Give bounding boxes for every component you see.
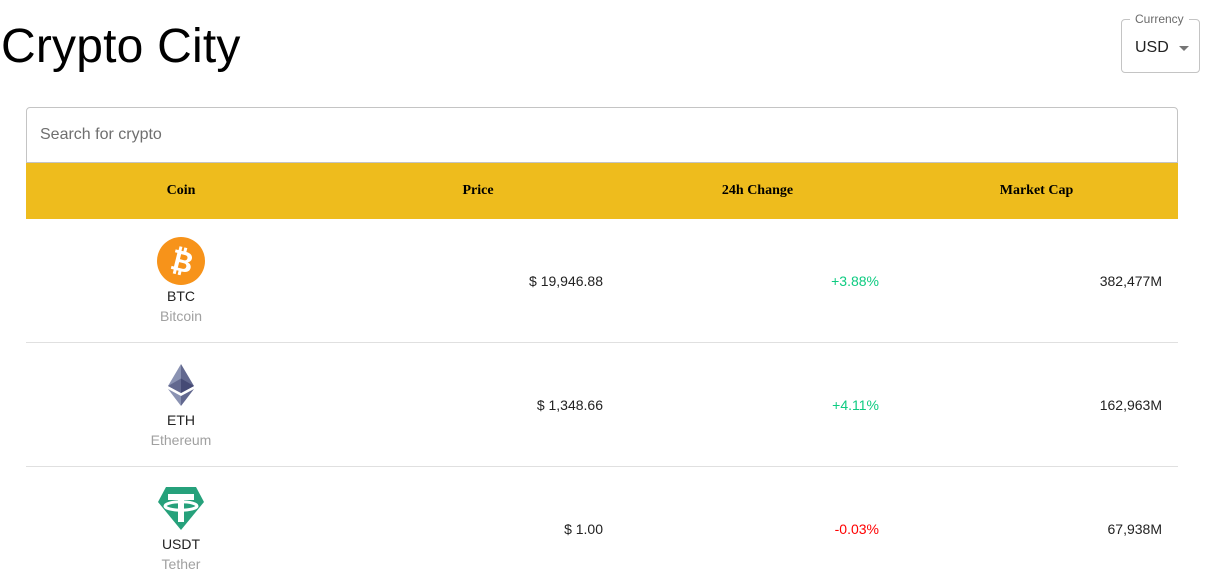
change-cell: +4.11%	[620, 343, 879, 466]
price-cell: $ 19,946.88	[336, 219, 603, 342]
header-price: Price	[462, 183, 494, 198]
coin-name: Tether	[161, 556, 201, 572]
page: Crypto City Currency USD Coin Price 24h …	[0, 0, 1205, 581]
coin-name: Bitcoin	[159, 308, 203, 324]
price-cell: $ 1.00	[336, 467, 603, 581]
table-row[interactable]: BTC Bitcoin $ 19,946.88 +3.88% 382,477M	[26, 219, 1178, 343]
coin-symbol: ETH	[167, 412, 195, 428]
table-row[interactable]: ETH Ethereum $ 1,348.66 +4.11% 162,963M	[26, 343, 1178, 467]
price-value: $ 1,348.66	[536, 397, 603, 413]
price-value: $ 1.00	[564, 521, 603, 537]
market-cap-cell: 162,963M	[895, 343, 1162, 466]
coin-symbol: USDT	[161, 536, 201, 552]
currency-select[interactable]: Currency USD	[1121, 12, 1200, 73]
bitcoin-icon	[157, 237, 205, 285]
price-value: $ 19,946.88	[529, 273, 603, 289]
coin-name: Ethereum	[150, 432, 212, 448]
header-market-cap: Market Cap	[999, 183, 1074, 198]
table-header: Coin Price 24h Change Market Cap	[26, 163, 1178, 219]
tether-icon	[158, 487, 204, 530]
market-cap-cell: 382,477M	[895, 219, 1162, 342]
dropdown-arrow-icon[interactable]	[1179, 46, 1189, 51]
market-cap-value: 67,938M	[1107, 521, 1162, 537]
coin-table: Coin Price 24h Change Market Cap BTC Bit…	[26, 163, 1178, 581]
change-value: -0.03%	[834, 521, 879, 537]
app-title[interactable]: Crypto City	[1, 17, 241, 77]
change-cell: -0.03%	[620, 467, 879, 581]
search-field[interactable]	[26, 107, 1178, 163]
change-value: +3.88%	[831, 273, 879, 289]
search-input[interactable]	[27, 108, 1177, 162]
coin-symbol: BTC	[167, 288, 195, 304]
ethereum-icon	[168, 364, 194, 406]
market-cap-value: 162,963M	[1099, 397, 1162, 413]
header-coin: Coin	[166, 183, 196, 198]
table-row[interactable]: USDT Tether $ 1.00 -0.03% 67,938M	[26, 467, 1178, 581]
currency-label: Currency	[1130, 12, 1189, 26]
market-cap-cell: 67,938M	[895, 467, 1162, 581]
change-value: +4.11%	[832, 397, 879, 413]
coin-cell[interactable]: BTC Bitcoin	[26, 219, 336, 342]
currency-value[interactable]: USD	[1135, 38, 1169, 58]
price-cell: $ 1,348.66	[336, 343, 603, 466]
change-cell: +3.88%	[620, 219, 879, 342]
market-cap-value: 382,477M	[1099, 273, 1162, 289]
coin-cell[interactable]: USDT Tether	[26, 467, 336, 581]
header-24h-change: 24h Change	[721, 183, 794, 198]
coin-cell[interactable]: ETH Ethereum	[26, 343, 336, 466]
